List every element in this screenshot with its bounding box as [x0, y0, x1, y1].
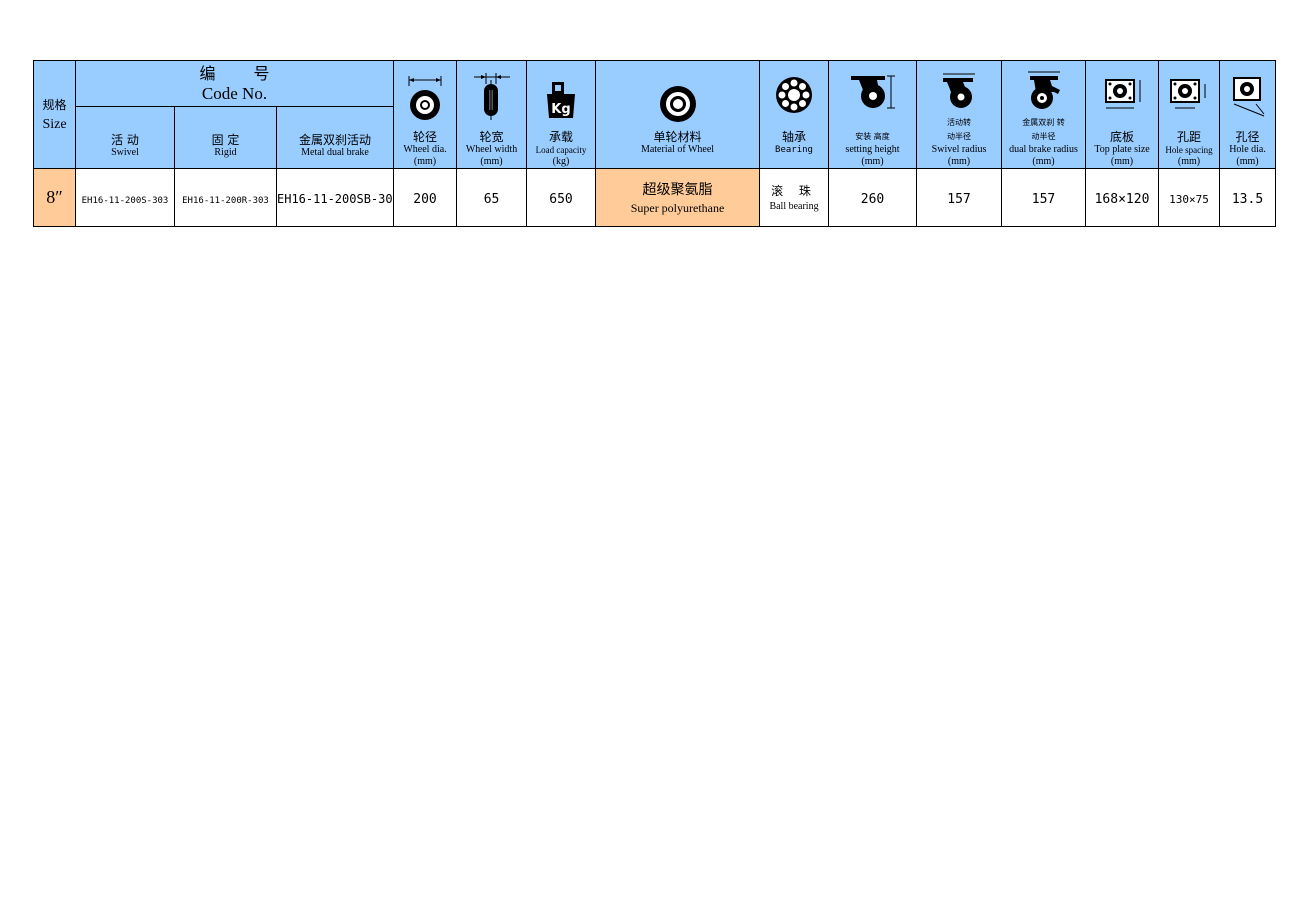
metal-brake-header: 金属双刹活动 Metal dual brake — [275, 106, 395, 169]
bearing-header: 轴承 Bearing — [759, 60, 830, 169]
swivel-radius-header: 活动转 动半径 Swivel radius (mm) — [916, 60, 1003, 169]
hole-dia-header: 孔径 Hole dia. (mm) — [1219, 60, 1277, 169]
wheel-width-cell: 65 — [456, 168, 528, 227]
brake-radius-header: 金属双刹 转动半径 dual brake radius (mm) — [1001, 60, 1087, 169]
caster-spec-table: 规格 Size 编号 Code No. 轮径 Wheel dia. (mm) 轮… — [33, 60, 1277, 227]
hole-dia-cell: 13.5 — [1219, 168, 1277, 227]
rigid-code-cell: EH16-11-200R-303 — [174, 168, 277, 227]
hole-diameter-icon — [1221, 74, 1275, 118]
hole-spacing-header: 孔距 Hole spacing (mm) — [1158, 60, 1221, 169]
swivel-header: 活 动 Swivel — [75, 106, 175, 169]
ball-bearing-icon — [761, 76, 828, 114]
load-weight-icon: Kg — [528, 72, 595, 118]
rigid-header: 固 定 Rigid — [174, 106, 277, 169]
swivel-code-cell: EH16-11-200S-303 — [75, 168, 175, 227]
swivel-radius-cell: 157 — [916, 168, 1003, 227]
wheel-dia-header: 轮径 Wheel dia. (mm) — [393, 60, 458, 169]
top-plate-header: 底板 Top plate size (mm) — [1085, 60, 1160, 169]
brake-radius-cell: 157 — [1001, 168, 1087, 227]
brake-caster-icon — [1003, 70, 1085, 112]
size-header: 规格 Size — [33, 60, 76, 169]
bearing-cell: 滚 珠 Ball bearing — [759, 168, 830, 227]
top-plate-cell: 168×120 — [1085, 168, 1160, 227]
brake-code-cell: EH16-11-200SB-303 — [275, 168, 395, 227]
setting-height-cell: 260 — [828, 168, 918, 227]
caster-height-icon — [830, 74, 916, 110]
load-header: Kg 承载 Load capacity (kg) — [526, 60, 597, 169]
table-row: 8″ EH16-11-200S-303 EH16-11-200R-303 EH1… — [33, 168, 1277, 227]
load-cell: 650 — [526, 168, 597, 227]
wheel-width-icon — [458, 72, 526, 122]
wheel-dia-cell: 200 — [393, 168, 458, 227]
wheel-material-icon — [597, 84, 759, 124]
svg-text:Kg: Kg — [551, 102, 570, 117]
wheel-diameter-icon — [395, 72, 456, 124]
size-cell: 8″ — [33, 168, 76, 227]
hole-spacing-cell: 130×75 — [1158, 168, 1221, 227]
material-header: 单轮材料 Material of Wheel — [595, 60, 761, 169]
hole-spacing-icon — [1160, 76, 1219, 114]
wheel-width-header: 轮宽 Wheel width (mm) — [456, 60, 528, 169]
swivel-caster-icon — [918, 72, 1001, 110]
material-cell: 超级聚氨脂 Super polyurethane — [595, 168, 761, 227]
code-header: 编号 Code No. — [74, 60, 395, 107]
setting-height-header: 安装 高度 setting height (mm) — [828, 60, 918, 169]
top-plate-icon — [1087, 76, 1158, 114]
